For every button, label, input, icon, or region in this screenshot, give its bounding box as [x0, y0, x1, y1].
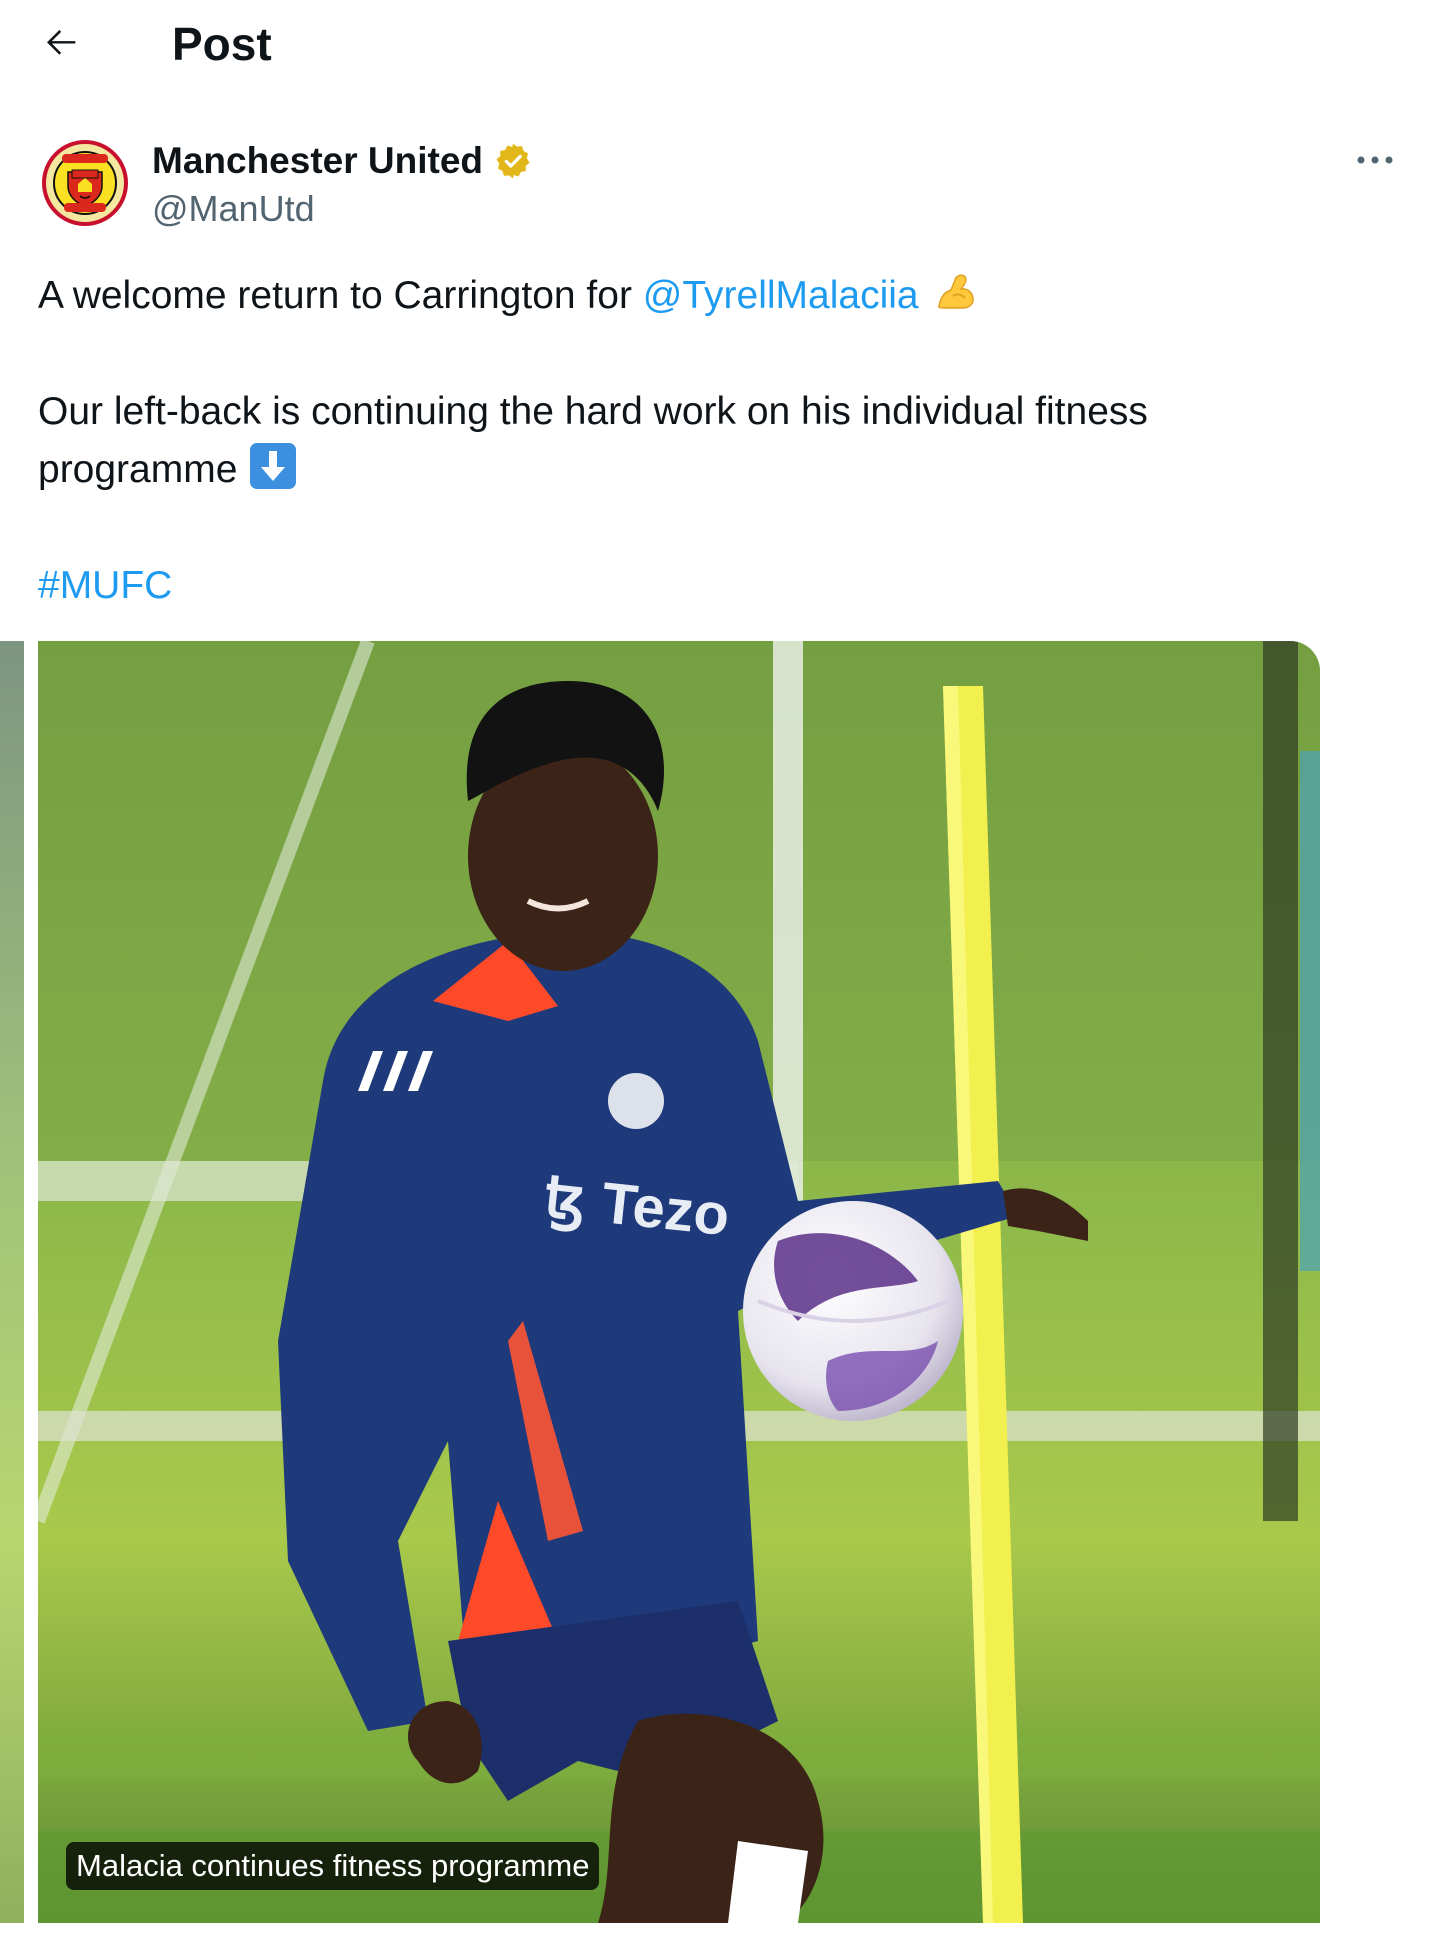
verified-badge-icon[interactable] [493, 141, 533, 181]
manchester-united-crest-icon [42, 140, 128, 226]
arrow-left-icon [47, 30, 76, 55]
down-arrow-emoji-icon [249, 442, 297, 490]
top-bar: Post [0, 0, 1440, 90]
previous-media-edge[interactable] [0, 641, 24, 1923]
avatar[interactable] [42, 140, 128, 226]
author-handle[interactable]: @ManUtd [152, 186, 315, 232]
page-title: Post [172, 18, 272, 70]
tweet-media-image[interactable]: ꜩ Tezo [38, 641, 1320, 1923]
flexed-biceps-emoji-icon [931, 266, 981, 316]
hashtag-link[interactable]: #MUFC [38, 564, 172, 607]
tweet-text: A welcome return to Carrington for @Tyre… [38, 266, 1338, 615]
tweet-line-1-text: A welcome return to Carrington for [38, 274, 643, 317]
training-photo: ꜩ Tezo [38, 641, 1320, 1923]
author-name-text: Manchester United [152, 140, 484, 181]
back-button[interactable] [36, 16, 88, 68]
more-options-button[interactable] [1350, 140, 1400, 180]
tweet-line-2: Our left-back is continuing the hard wor… [38, 383, 1338, 499]
mention-link[interactable]: @TyrellMalaciia [643, 274, 919, 317]
tweet-line-1: A welcome return to Carrington for @Tyre… [38, 266, 1338, 325]
more-horizontal-icon [1357, 156, 1393, 164]
tweet-line-2-text: Our left-back is continuing the hard wor… [38, 390, 1148, 491]
media-caption: Malacia continues fitness programme [66, 1842, 600, 1890]
author-display-name[interactable]: Manchester United [152, 138, 533, 184]
